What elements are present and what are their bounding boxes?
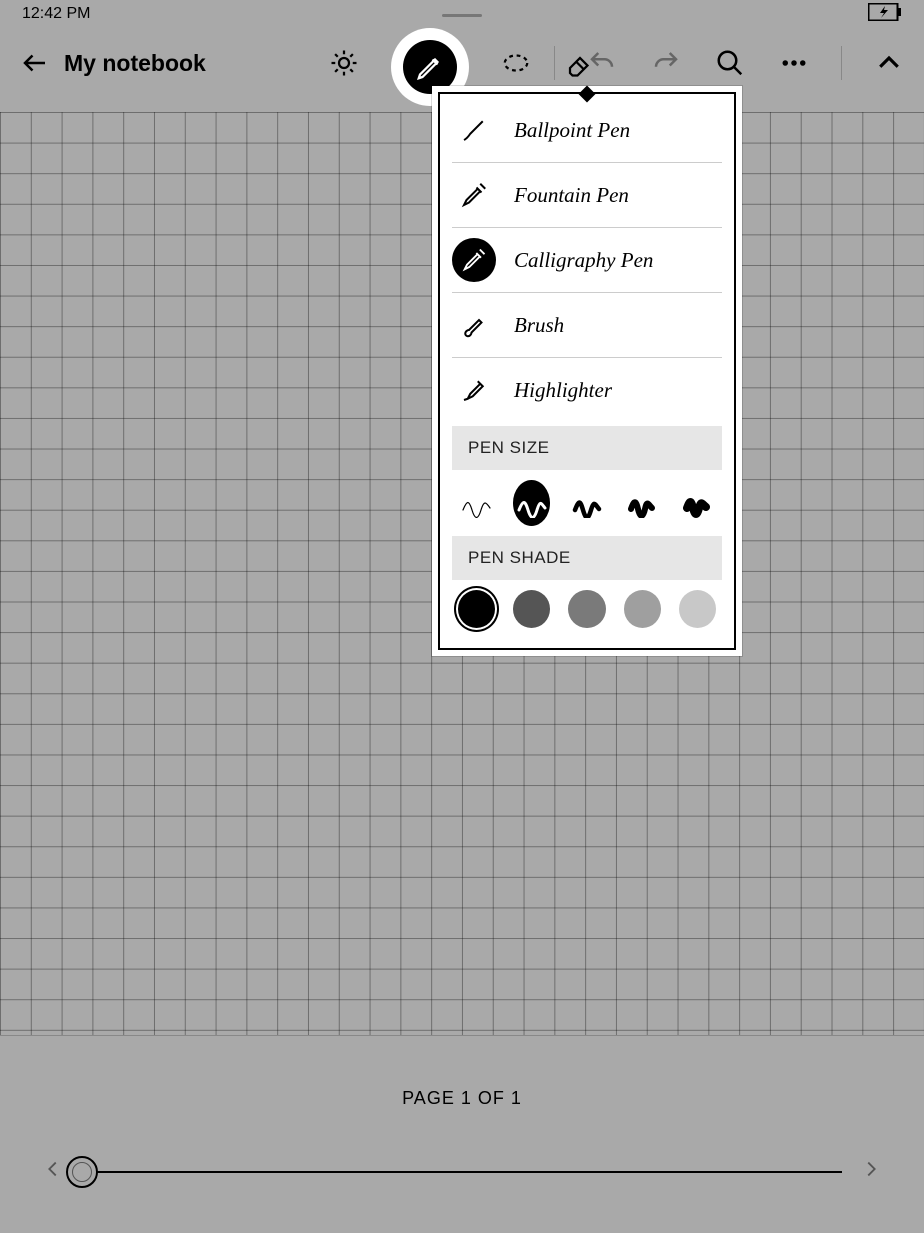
pen-size-4[interactable] (624, 480, 661, 526)
pen-shade-1[interactable] (458, 590, 495, 628)
pen-size-2[interactable] (513, 480, 550, 526)
next-page-icon[interactable] (860, 1158, 882, 1185)
pen-size-3[interactable] (568, 480, 605, 526)
pen-option-highlighter[interactable]: Highlighter (452, 357, 722, 422)
toolbar-right (554, 46, 906, 80)
pen-size-row (440, 470, 734, 532)
page-slider-row (0, 1158, 924, 1185)
pen-option-label: Highlighter (514, 378, 612, 403)
ballpoint-pen-icon (452, 108, 496, 152)
pen-option-brush[interactable]: Brush (452, 292, 722, 357)
page-indicator: PAGE 1 OF 1 (402, 1088, 522, 1109)
pen-option-label: Brush (514, 313, 564, 338)
calligraphy-pen-icon (452, 238, 496, 282)
pen-option-label: Fountain Pen (514, 183, 629, 208)
pen-shade-row (440, 580, 734, 634)
footer: PAGE 1 OF 1 (0, 1035, 924, 1233)
lasso-icon[interactable] (499, 46, 533, 80)
search-icon[interactable] (713, 46, 747, 80)
prev-page-icon[interactable] (42, 1158, 64, 1185)
back-group: My notebook (18, 46, 206, 80)
back-icon[interactable] (18, 46, 52, 80)
pen-option-calligraphy[interactable]: Calligraphy Pen (452, 227, 722, 292)
fountain-pen-icon (452, 173, 496, 217)
pen-menu: Ballpoint Pen Fountain Pen Calligraphy P… (432, 86, 742, 656)
battery-icon (868, 3, 902, 26)
pen-option-label: Ballpoint Pen (514, 118, 630, 143)
pen-option-label: Calligraphy Pen (514, 248, 653, 273)
drag-handle[interactable] (442, 14, 482, 17)
pen-size-1[interactable] (458, 480, 495, 526)
highlighter-icon (452, 368, 496, 412)
eraser-icon[interactable] (563, 46, 597, 80)
redo-icon[interactable] (649, 46, 683, 80)
collapse-icon[interactable] (872, 46, 906, 80)
brush-icon (452, 303, 496, 347)
pen-option-ballpoint[interactable]: Ballpoint Pen (452, 98, 722, 162)
more-icon[interactable] (777, 46, 811, 80)
pen-size-header: PEN SIZE (452, 426, 722, 470)
pen-shade-3[interactable] (568, 590, 605, 628)
pen-size-5[interactable] (679, 480, 716, 526)
pen-shade-4[interactable] (624, 590, 661, 628)
brightness-icon[interactable] (327, 46, 361, 80)
pen-shade-5[interactable] (679, 590, 716, 628)
pen-shade-2[interactable] (513, 590, 550, 628)
status-time: 12:42 PM (22, 5, 90, 23)
page-title: My notebook (64, 50, 206, 77)
pen-option-fountain[interactable]: Fountain Pen (452, 162, 722, 227)
page-slider-thumb[interactable] (66, 1156, 98, 1188)
page-slider[interactable] (82, 1171, 842, 1173)
divider (841, 46, 842, 80)
pen-shade-header: PEN SHADE (452, 536, 722, 580)
